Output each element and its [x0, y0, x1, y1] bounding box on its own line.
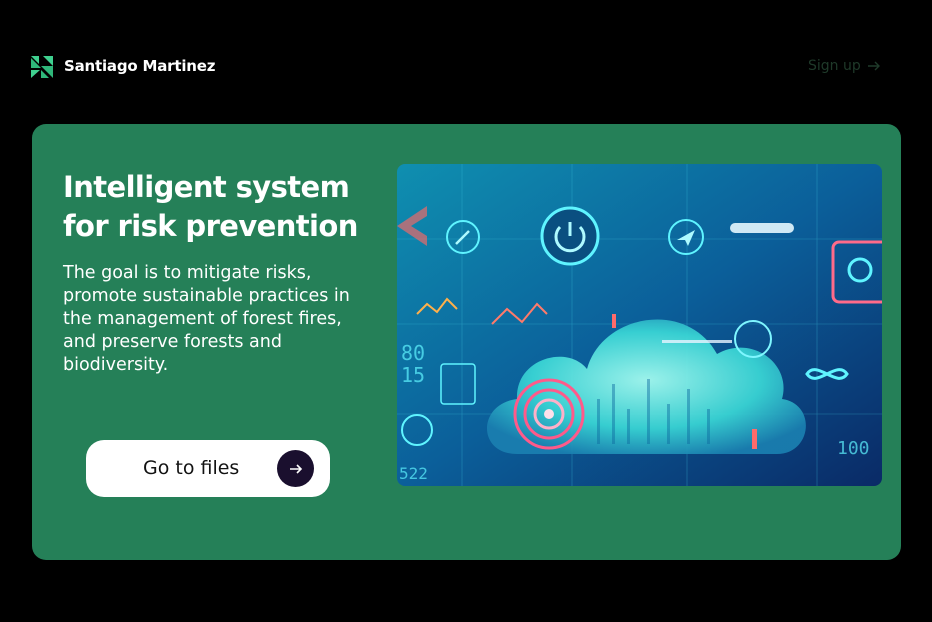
svg-text:100: 100 [837, 438, 870, 459]
svg-text:15: 15 [401, 363, 425, 387]
site-header: Santiago Martinez Sign up [0, 0, 932, 124]
arrow-right-icon [277, 450, 314, 487]
svg-text:80: 80 [401, 341, 425, 365]
hero-title: Intelligent system for risk prevention [63, 170, 358, 243]
signup-link[interactable]: Sign up [808, 58, 881, 74]
signup-label: Sign up [808, 58, 861, 74]
svg-text:522: 522 [399, 464, 428, 483]
brand-logo-icon[interactable] [31, 56, 53, 78]
go-to-files-button[interactable]: Go to files [86, 440, 330, 497]
brand-name[interactable]: Santiago Martinez [64, 57, 215, 75]
hero-card: Intelligent system for risk prevention T… [32, 124, 901, 560]
hero-description: The goal is to mitigate risks, promote s… [63, 263, 350, 375]
arrow-right-icon [867, 61, 880, 71]
cloud-technology-illustration: 80 15 100 522 [397, 164, 882, 486]
go-to-files-label: Go to files [143, 457, 240, 479]
